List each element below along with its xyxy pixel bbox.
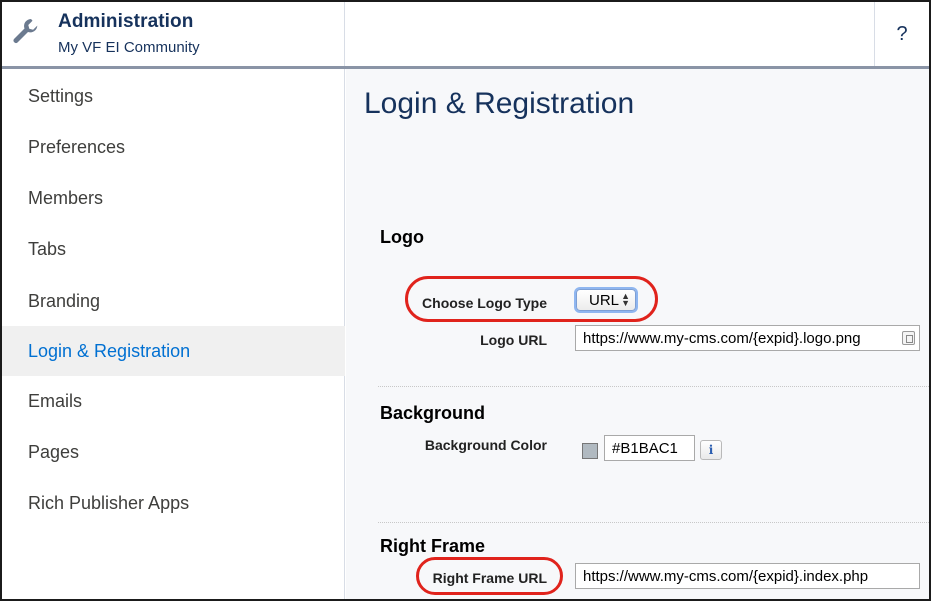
right-frame-url-input[interactable]: https://www.my-cms.com/{expid}.index.php: [575, 563, 920, 589]
community-name: My VF EI Community: [58, 39, 200, 56]
select-arrows-icon: ▲ ▼: [621, 291, 630, 308]
help-button[interactable]: ?: [874, 2, 929, 66]
background-section-title: Background: [380, 403, 486, 423]
background-color-input[interactable]: #B1BAC1: [604, 435, 695, 461]
background-color-label: Background Color: [424, 437, 547, 453]
logo-url-label: Logo URL: [480, 332, 547, 348]
main-content: Login & Registration Logo Choose Logo Ty…: [346, 69, 929, 599]
info-icon[interactable]: i: [700, 440, 722, 460]
logo-url-input[interactable]: https://www.my-cms.com/{expid}.logo.png: [575, 325, 920, 351]
header-brand: Administration My VF EI Community: [2, 2, 345, 68]
section-divider: [378, 386, 929, 387]
background-color-value: #B1BAC1: [612, 440, 678, 457]
admin-title: Administration: [58, 11, 194, 32]
field-lock-icon[interactable]: [902, 331, 915, 345]
right-frame-section-title: Right Frame: [380, 536, 486, 556]
header-right: ?: [346, 2, 929, 68]
sidebar-item-pages[interactable]: Pages: [2, 427, 345, 477]
page-title: Login & Registration: [364, 87, 635, 120]
right-frame-url-label: Right Frame URL: [432, 570, 547, 586]
sidebar-item-members[interactable]: Members: [2, 173, 345, 223]
window-frame: Administration My VF EI Community ? Sett…: [0, 0, 931, 601]
section-divider: [378, 522, 929, 523]
background-color-swatch[interactable]: [582, 443, 598, 459]
sidebar-item-branding[interactable]: Branding: [2, 276, 345, 326]
sidebar-item-emails[interactable]: Emails: [2, 376, 345, 426]
right-frame-url-value: https://www.my-cms.com/{expid}.index.php: [583, 568, 869, 585]
logo-url-value: https://www.my-cms.com/{expid}.logo.png: [583, 330, 861, 347]
sidebar-item-tabs[interactable]: Tabs: [2, 224, 345, 274]
logo-section-title: Logo: [380, 227, 424, 247]
sidebar-item-preferences[interactable]: Preferences: [2, 122, 345, 172]
sidebar-nav: Settings Preferences Members Tabs Brandi…: [2, 69, 345, 599]
sidebar-item-rich-publisher-apps[interactable]: Rich Publisher Apps: [2, 478, 345, 528]
choose-logo-type-label: Choose Logo Type: [422, 295, 547, 311]
sidebar-item-login-registration[interactable]: Login & Registration: [2, 326, 345, 376]
wrench-icon: [13, 19, 38, 43]
logo-type-select-value: URL: [589, 291, 620, 309]
logo-type-select[interactable]: URL ▲ ▼: [576, 289, 636, 311]
sidebar-item-settings[interactable]: Settings: [2, 71, 345, 121]
